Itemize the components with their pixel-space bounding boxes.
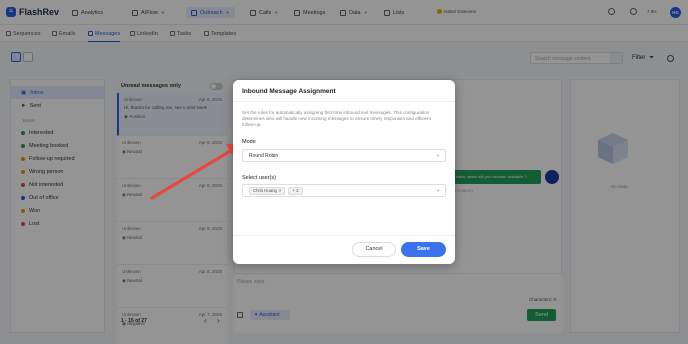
cancel-button[interactable]: Cancel [352, 242, 396, 257]
close-icon[interactable]: × [279, 188, 282, 193]
dialog-description: Set the rules for automatically assignin… [242, 110, 431, 128]
users-label: Select user(s) [242, 175, 276, 181]
divider [233, 101, 455, 102]
save-button[interactable]: Save [401, 242, 446, 257]
more-users-chip: + 3 [288, 186, 303, 195]
divider [233, 235, 455, 236]
chevron-down-icon: ▼ [436, 153, 440, 158]
inbound-assignment-dialog: Inbound Message Assignment Set the rules… [233, 80, 455, 264]
users-select[interactable]: Chris Huang × + 3 ▼ [242, 184, 446, 197]
user-chip[interactable]: Chris Huang × [249, 186, 286, 195]
dialog-title: Inbound Message Assignment [242, 88, 336, 95]
chevron-down-icon: ▼ [436, 188, 440, 193]
mode-select[interactable]: Round Robin ▼ [242, 149, 446, 162]
mode-label: Mode [242, 139, 256, 145]
